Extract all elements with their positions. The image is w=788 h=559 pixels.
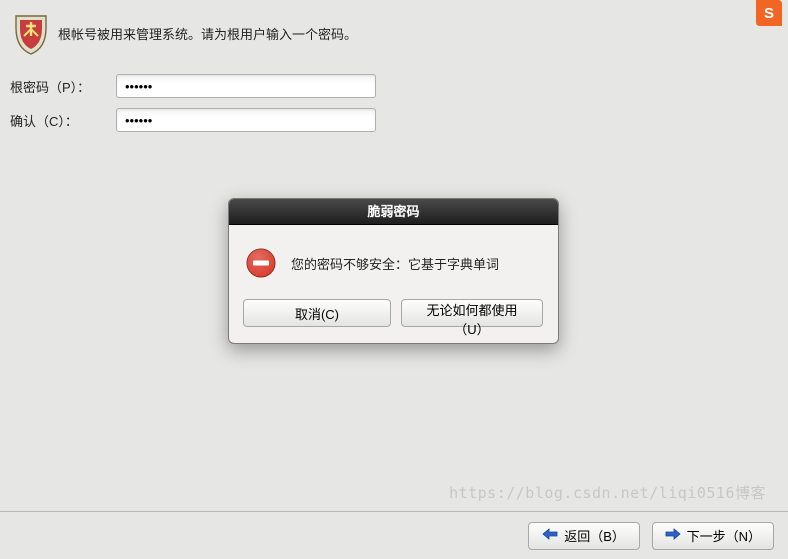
dialog-message: 您的密码不够安全：它基于字典单词 [291, 254, 499, 273]
shield-icon [14, 14, 48, 56]
cancel-button[interactable]: 取消(C) [243, 299, 391, 327]
dialog-title: 脆弱密码 [229, 199, 558, 225]
footer-bar: 返回（B） 下一步（N） [0, 511, 788, 559]
back-button-label: 返回（B） [564, 526, 625, 545]
stop-icon [245, 247, 277, 279]
back-button[interactable]: 返回（B） [528, 522, 640, 550]
use-anyway-button[interactable]: 无论如何都使用（U） [401, 299, 543, 327]
root-password-input[interactable] [116, 74, 376, 98]
intro-text: 根帐号被用来管理系统。请为根用户输入一个密码。 [58, 14, 357, 43]
ime-icon: S [756, 0, 782, 26]
next-button-label: 下一步（N） [687, 526, 761, 545]
svg-text:S: S [764, 5, 774, 22]
next-button[interactable]: 下一步（N） [652, 522, 774, 550]
watermark-text: https://blog.csdn.net/liqi0516博客 [449, 482, 766, 503]
confirm-password-input[interactable] [116, 108, 376, 132]
weak-password-dialog: 脆弱密码 您的密码不够安全：它基于字典单词 取消(C) 无论如何都使用（U） [228, 198, 559, 344]
root-password-form: 根密码（P）： 确认（C）： [0, 74, 788, 132]
arrow-left-icon [542, 528, 558, 543]
confirm-label: 确认（C）： [6, 111, 116, 130]
arrow-right-icon [665, 528, 681, 543]
password-label: 根密码（P）： [6, 77, 116, 96]
